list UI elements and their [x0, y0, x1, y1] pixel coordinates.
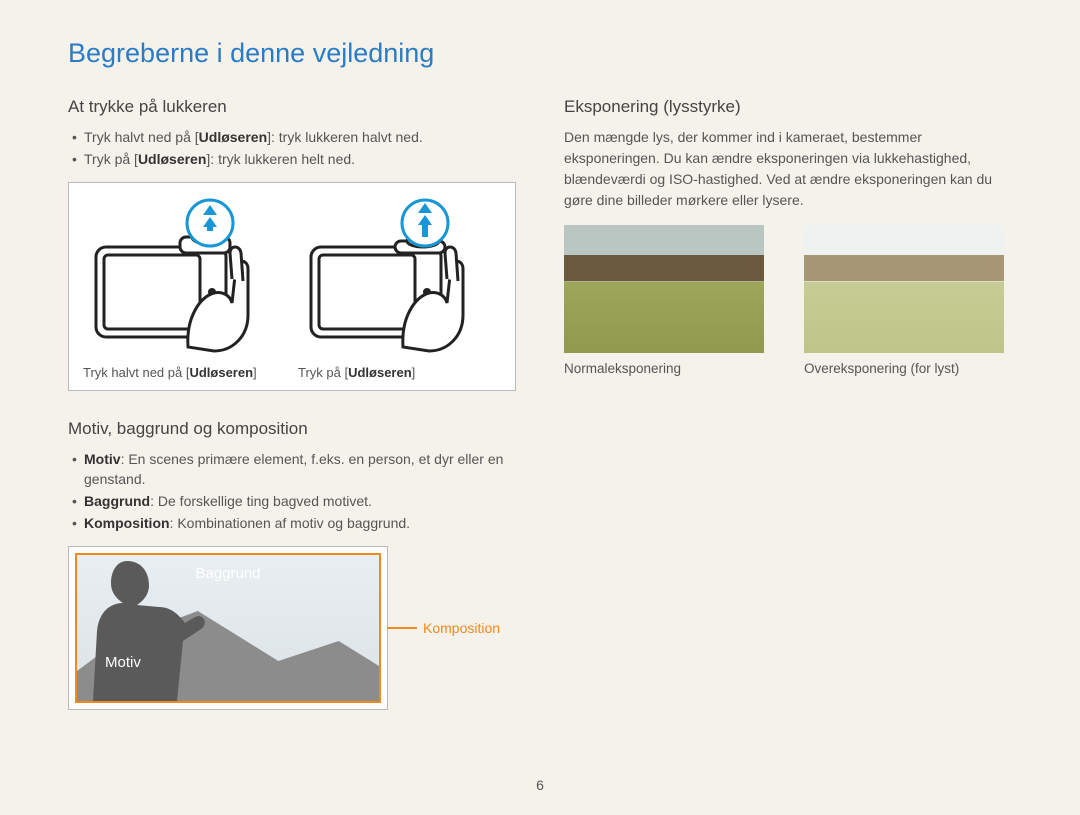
caption-half-press: Tryk halvt ned på [Udløseren] [79, 365, 257, 380]
heading-shutter: At trykke på lukkeren [68, 97, 516, 117]
camera-half-press-icon [90, 197, 280, 357]
exposure-over: Overeksponering (for lyst) [804, 225, 1012, 376]
bullet-full-press: Tryk på [Udløseren]: tryk lukkeren helt … [72, 149, 516, 169]
caption-over-exposure: Overeksponering (for lyst) [804, 361, 1012, 376]
left-column: At trykke på lukkeren Tryk halvt ned på … [68, 93, 516, 710]
label-motiv: Motiv [105, 654, 141, 671]
exposure-paragraph: Den mængde lys, der kommer ind i kamerae… [564, 127, 1012, 211]
heading-composition: Motiv, baggrund og komposition [68, 419, 516, 439]
label-komposition: Komposition [423, 620, 500, 636]
exposure-normal: Normaleksponering [564, 225, 772, 376]
page-number: 6 [536, 777, 544, 793]
shutter-diagram-box: Tryk halvt ned på [Udløseren] [68, 182, 516, 391]
heading-exposure: Eksponering (lysstyrke) [564, 97, 1012, 117]
bullet-komposition: Komposition: Kombinationen af motiv og b… [72, 513, 516, 533]
composition-bullets: Motiv: En scenes primære element, f.eks.… [72, 449, 516, 534]
page-title: Begreberne i denne vejledning [68, 38, 1012, 69]
bullet-motiv: Motiv: En scenes primære element, f.eks.… [72, 449, 516, 490]
bullet-baggrund: Baggrund: De forskellige ting bagved mot… [72, 491, 516, 511]
bullet-half-press: Tryk halvt ned på [Udløseren]: tryk lukk… [72, 127, 516, 147]
exposure-normal-image [564, 225, 764, 353]
composition-pointer-line [387, 627, 417, 629]
shutter-bullets: Tryk halvt ned på [Udløseren]: tryk lukk… [72, 127, 516, 170]
exposure-examples: Normaleksponering Overeksponering (for l… [564, 225, 1012, 376]
camera-full-press-icon [305, 197, 495, 357]
caption-normal-exposure: Normaleksponering [564, 361, 772, 376]
caption-full-press: Tryk på [Udløseren] [294, 365, 415, 380]
shutter-half-diagram: Tryk halvt ned på [Udløseren] [79, 197, 290, 380]
right-column: Eksponering (lysstyrke) Den mængde lys, … [564, 93, 1012, 710]
label-baggrund: Baggrund [195, 565, 260, 582]
composition-diagram: Baggrund Motiv Komposition [68, 546, 388, 710]
shutter-full-diagram: Tryk på [Udløseren] [294, 197, 505, 380]
exposure-over-image [804, 225, 1004, 353]
